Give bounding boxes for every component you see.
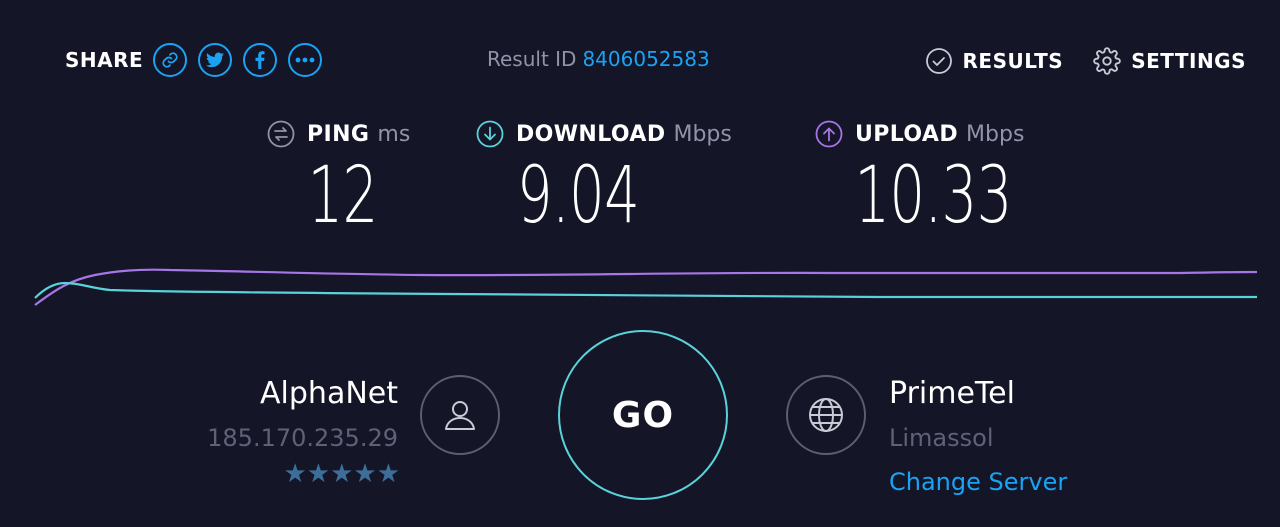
ping-value: 12: [307, 151, 378, 241]
top-nav: RESULTS SETTINGS: [925, 44, 1247, 78]
upload-icon: [815, 120, 843, 148]
upload-label: UPLOAD: [855, 121, 959, 147]
isp-info: AlphaNet 185.170.235.29 ★★★★★: [207, 374, 400, 488]
go-button[interactable]: GO: [558, 330, 728, 500]
upload-value: 10.33: [854, 151, 1012, 241]
upload-unit: Mbps: [966, 121, 1025, 147]
ping-metric: PING ms 12: [267, 118, 410, 236]
server-info: PrimeTel Limassol Change Server: [889, 374, 1067, 500]
share-label: SHARE: [65, 48, 144, 72]
server-location: Limassol: [889, 424, 994, 452]
change-server-link[interactable]: Change Server: [889, 464, 1067, 500]
ping-unit: ms: [377, 121, 411, 147]
check-circle-icon: [925, 47, 953, 75]
ping-header: PING ms: [267, 118, 410, 150]
isp-ip-address: 185.170.235.29: [207, 424, 398, 452]
download-unit: Mbps: [673, 121, 732, 147]
globe-icon[interactable]: [786, 375, 866, 455]
download-graph-line: [34, 281, 1258, 299]
isp-name: AlphaNet: [260, 376, 398, 411]
upload-metric: UPLOAD Mbps 10.33: [815, 118, 1024, 236]
settings-label: SETTINGS: [1131, 49, 1246, 73]
isp-rating[interactable]: ★★★★★: [207, 460, 400, 488]
result-id-value[interactable]: 8406052583: [582, 47, 709, 71]
share-bar: SHARE: [65, 40, 333, 80]
result-id-label: Result ID: [487, 47, 577, 71]
twitter-icon[interactable]: [198, 43, 233, 77]
speed-graph: [34, 268, 1258, 306]
ping-label: PING: [307, 121, 370, 147]
ping-icon: [267, 120, 295, 148]
download-value: 9.04: [516, 151, 640, 241]
download-label: DOWNLOAD: [516, 121, 666, 147]
results-label: RESULTS: [962, 49, 1064, 73]
more-icon[interactable]: [288, 43, 323, 77]
gear-icon: [1093, 47, 1121, 75]
upload-graph-line: [34, 268, 1258, 306]
download-header: DOWNLOAD Mbps: [476, 118, 732, 150]
link-icon[interactable]: [153, 43, 188, 77]
facebook-icon[interactable]: [243, 43, 278, 77]
server-name: PrimeTel: [889, 376, 1015, 411]
upload-header: UPLOAD Mbps: [815, 118, 1024, 150]
download-icon: [476, 120, 504, 148]
download-metric: DOWNLOAD Mbps 9.04: [476, 118, 732, 236]
result-id: Result ID 8406052583: [487, 47, 710, 71]
settings-button[interactable]: SETTINGS: [1093, 47, 1246, 75]
results-button[interactable]: RESULTS: [925, 47, 1064, 75]
user-icon: [420, 375, 500, 455]
rating-stars: ★★★★★: [283, 459, 400, 489]
